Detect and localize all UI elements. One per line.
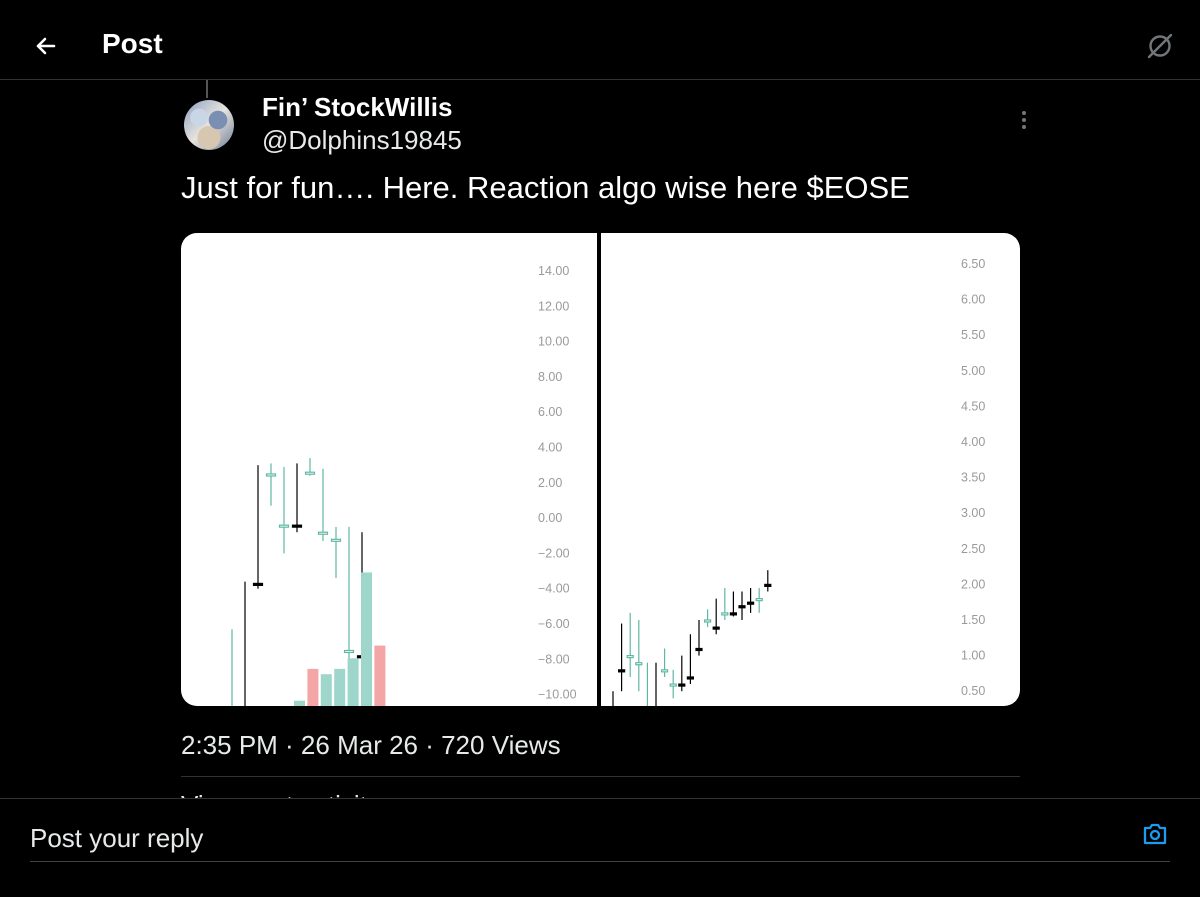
y-axis-tick-label: 8.00: [538, 370, 562, 384]
chart-image: 14.00 12.00 10.00 8.00 6.00 4.00 2.00 0.00 −2.00…: [231, 233, 985, 706]
y-axis-tick-label: 4.00: [538, 441, 562, 455]
candle-body: [686, 676, 694, 680]
author-handle[interactable]: @Dolphins19845: [262, 125, 462, 156]
y-axis-tick-label: 10.00: [538, 335, 569, 349]
post-timestamp[interactable]: 2:35 PM · 26 Mar 26 · 720 Views: [181, 730, 561, 761]
candle-body: [343, 649, 355, 654]
y-axis-tick-label: −2.00: [538, 546, 570, 560]
y-axis-tick-label: 14.00: [538, 264, 569, 278]
reply-bar: [0, 798, 1200, 897]
author-display-name[interactable]: Fin’ StockWillis: [262, 92, 452, 123]
y-axis-tick-label: 5.50: [961, 328, 985, 342]
avatar[interactable]: [184, 100, 234, 150]
y-axis-tick-label: −10.00: [538, 688, 577, 702]
y-axis-tick-label: 4.00: [961, 435, 985, 449]
volume-bar: [320, 674, 332, 706]
y-axis-tick-label: 5.00: [961, 364, 985, 378]
arrow-left-icon: [36, 37, 56, 55]
candle-body: [330, 538, 342, 542]
top-bar: Post: [0, 0, 1200, 80]
y-axis-tick-label: 1.00: [961, 649, 985, 663]
grok-button[interactable]: [1142, 28, 1178, 64]
thread-connector-line: [206, 80, 208, 98]
candle-body: [618, 669, 626, 673]
volume-bar: [361, 572, 372, 706]
candle-body: [712, 626, 720, 630]
y-axis-tick-label: 3.50: [961, 471, 985, 485]
camera-button[interactable]: [1140, 819, 1170, 849]
volume-bar: [294, 700, 305, 706]
candle-body: [661, 669, 669, 673]
more-options-button[interactable]: [1012, 108, 1036, 134]
y-axis-tick-label: −6.00: [538, 617, 570, 631]
candle-body: [304, 471, 316, 475]
candle-body: [755, 598, 763, 602]
candle-body: [669, 683, 677, 687]
y-axis-tick-label: 6.00: [961, 293, 985, 307]
volume-bar: [334, 668, 346, 706]
y-axis-tick-label: 6.50: [961, 257, 985, 271]
candle-body: [291, 524, 303, 528]
candle-body: [278, 524, 290, 528]
post-text: Just for fun…. Here. Reaction algo wise …: [181, 170, 910, 205]
y-axis-tick-label: 2.00: [961, 577, 985, 591]
candle-body: [635, 662, 643, 666]
y-axis-tick-label: 0.50: [961, 684, 985, 698]
volume-bar: [307, 668, 319, 706]
candle-body: [695, 647, 703, 652]
y-axis-tick-label: 3.00: [961, 506, 985, 520]
reply-input[interactable]: [30, 815, 1170, 862]
candle-body: [738, 605, 746, 609]
post-media-image[interactable]: 14.00 12.00 10.00 8.00 6.00 4.00 2.00 0.00 −2.00…: [181, 233, 1020, 706]
candle-body: [703, 619, 712, 623]
candle-body: [721, 612, 729, 616]
chart-separator: [597, 233, 601, 706]
candle-body: [746, 601, 755, 605]
more-vertical-icon: [1012, 111, 1036, 129]
grok-icon: [1147, 33, 1173, 59]
candle-body: [317, 531, 329, 535]
page-title: Post: [102, 28, 163, 59]
y-axis-tick-label: 1.50: [961, 613, 985, 627]
candle-body: [678, 683, 686, 687]
candle-body: [252, 582, 264, 587]
y-axis-tick-label: 4.50: [961, 399, 985, 413]
y-axis-tick-label: −4.00: [538, 582, 570, 596]
y-axis-tick-label: −8.00: [538, 652, 570, 666]
camera-icon: [1143, 823, 1167, 845]
y-axis-tick-label: 12.00: [538, 299, 569, 313]
volume-bar: [374, 645, 386, 706]
divider: [181, 776, 1020, 777]
volume-bar: [347, 658, 359, 706]
candle-body: [764, 583, 772, 587]
y-axis-tick-label: 2.50: [961, 542, 985, 556]
candle-body: [265, 473, 277, 477]
y-axis-tick-label: 0.00: [538, 511, 562, 525]
y-axis-tick-label: 2.00: [538, 476, 562, 490]
back-button[interactable]: [28, 28, 64, 64]
candle-body: [729, 612, 738, 616]
y-axis-tick-label: 6.00: [538, 405, 562, 419]
candle-body: [626, 655, 634, 659]
post-activity-link[interactable]: View post activity: [181, 790, 380, 798]
